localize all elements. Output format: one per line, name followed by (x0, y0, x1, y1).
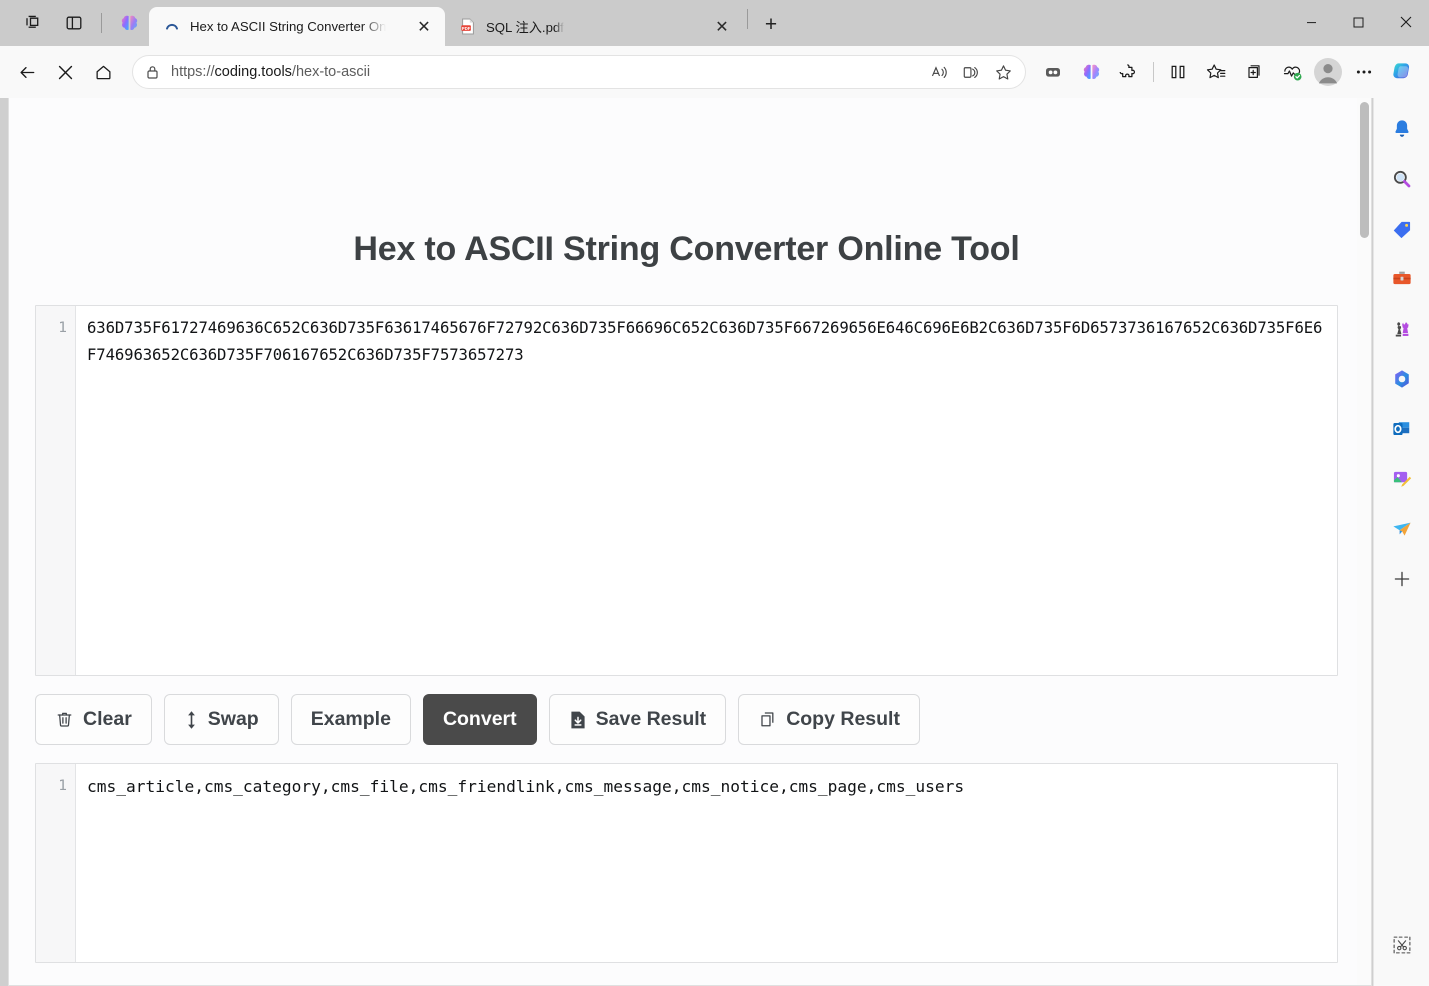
hex-input-editor[interactable]: 1 636D735F61727469636C652C636D735F636174… (35, 305, 1338, 676)
hex-input-value[interactable]: 636D735F61727469636C652C636D735F63617465… (76, 306, 1337, 675)
copilot-brain-icon[interactable] (109, 4, 149, 42)
svg-text:PDF: PDF (462, 26, 471, 31)
browser-essentials-icon[interactable] (1273, 55, 1311, 89)
clear-button-label: Clear (83, 707, 132, 730)
loading-spinner-icon (163, 18, 181, 36)
tab-close-button[interactable]: ✕ (411, 14, 437, 40)
games-chess-icon[interactable] (1383, 310, 1421, 348)
lock-icon (133, 64, 171, 80)
close-window-button[interactable] (1382, 0, 1429, 44)
address-bar[interactable]: https://coding.tools/hex-to-ascii (132, 55, 1026, 89)
workspaces-icon[interactable] (14, 4, 54, 42)
image-creator-icon[interactable] (1383, 460, 1421, 498)
tools-briefcase-icon[interactable] (1383, 260, 1421, 298)
tab-bar-left-icons (0, 0, 149, 46)
convert-button[interactable]: Convert (422, 694, 537, 745)
minimize-button[interactable] (1288, 0, 1335, 44)
browser-window: Hex to ASCII String Converter On ✕ PDF S… (0, 0, 1429, 986)
add-sidebar-app-icon[interactable] (1383, 560, 1421, 598)
page-scrollbar-thumb[interactable] (1360, 102, 1369, 238)
shopping-tag-icon[interactable] (1383, 210, 1421, 248)
microsoft-365-icon[interactable] (1383, 360, 1421, 398)
tab-close-button[interactable]: ✕ (709, 14, 735, 40)
toolbar-divider (101, 13, 102, 33)
copy-result-button[interactable]: Copy Result (738, 694, 920, 745)
tab-bar: Hex to ASCII String Converter On ✕ PDF S… (0, 0, 1429, 46)
profile-avatar-icon[interactable] (1311, 55, 1345, 89)
action-button-row: Clear Swap Example Convert Save Result C… (35, 694, 1338, 745)
collections-icon[interactable] (1235, 55, 1273, 89)
search-magnifier-icon[interactable] (1383, 160, 1421, 198)
immersive-reader-icon[interactable] (955, 58, 987, 86)
home-button[interactable] (84, 55, 122, 89)
page-content: Hex to ASCII String Converter Online Too… (9, 98, 1364, 985)
output-line-number: 1 (36, 764, 76, 962)
extensions-puzzle-icon[interactable] (1110, 55, 1148, 89)
split-screen-icon[interactable] (1159, 55, 1197, 89)
tab-title: SQL 注入.pdf (486, 20, 564, 35)
notifications-bell-icon[interactable] (1383, 110, 1421, 148)
split-screen-tabs-icon[interactable] (1034, 55, 1072, 89)
tab-hex-to-ascii[interactable]: Hex to ASCII String Converter On ✕ (149, 7, 445, 46)
settings-more-icon[interactable] (1345, 55, 1383, 89)
tab-strip: Hex to ASCII String Converter On ✕ PDF S… (149, 0, 788, 46)
page-title: Hex to ASCII String Converter Online Too… (353, 230, 1020, 268)
toolbar-divider (1153, 62, 1154, 82)
clear-button[interactable]: Clear (35, 694, 152, 745)
page-scrollbar[interactable] (1357, 98, 1371, 985)
convert-button-label: Convert (442, 707, 517, 730)
example-button-label: Example (310, 707, 391, 730)
new-tab-button[interactable]: + (754, 8, 788, 42)
copilot-sidebar-icon[interactable] (1383, 55, 1421, 89)
screenshot-scissors-icon[interactable] (1383, 926, 1421, 964)
swap-button[interactable]: Swap (163, 694, 279, 745)
copy-icon (758, 710, 777, 729)
trash-icon (55, 710, 74, 729)
input-line-number: 1 (36, 306, 76, 675)
tab-actions-icon[interactable] (54, 4, 94, 42)
edge-sidebar (1373, 98, 1429, 986)
url-text: https://coding.tools/hex-to-ascii (171, 64, 371, 80)
tab-sql-pdf[interactable]: PDF SQL 注入.pdf ✕ (445, 7, 743, 46)
window-controls (1288, 0, 1429, 44)
read-aloud-icon[interactable] (923, 58, 955, 86)
outlook-icon[interactable] (1383, 410, 1421, 448)
pdf-icon: PDF (459, 18, 477, 36)
save-result-label: Save Result (595, 707, 707, 730)
maximize-button[interactable] (1335, 0, 1382, 44)
navigation-toolbar: https://coding.tools/hex-to-ascii (0, 46, 1429, 98)
tab-divider (747, 8, 748, 29)
save-file-icon (569, 710, 587, 730)
swap-button-label: Swap (207, 707, 259, 730)
drop-paper-plane-icon[interactable] (1383, 510, 1421, 548)
stop-loading-button[interactable] (46, 55, 84, 89)
example-button[interactable]: Example (290, 694, 411, 745)
ascii-output-value[interactable]: cms_article,cms_category,cms_file,cms_fr… (76, 764, 1337, 962)
copilot-brain-icon[interactable] (1072, 55, 1110, 89)
collections-favorites-icon[interactable] (1197, 55, 1235, 89)
tab-title: Hex to ASCII String Converter On (190, 19, 387, 34)
swap-vertical-icon (184, 710, 199, 730)
page-viewport: Hex to ASCII String Converter Online Too… (8, 98, 1372, 986)
save-result-button[interactable]: Save Result (548, 694, 727, 745)
copy-result-label: Copy Result (786, 707, 900, 730)
back-button[interactable] (8, 55, 46, 89)
ascii-output-editor[interactable]: 1 cms_article,cms_category,cms_file,cms_… (35, 763, 1338, 963)
favorite-star-icon[interactable] (987, 58, 1019, 86)
